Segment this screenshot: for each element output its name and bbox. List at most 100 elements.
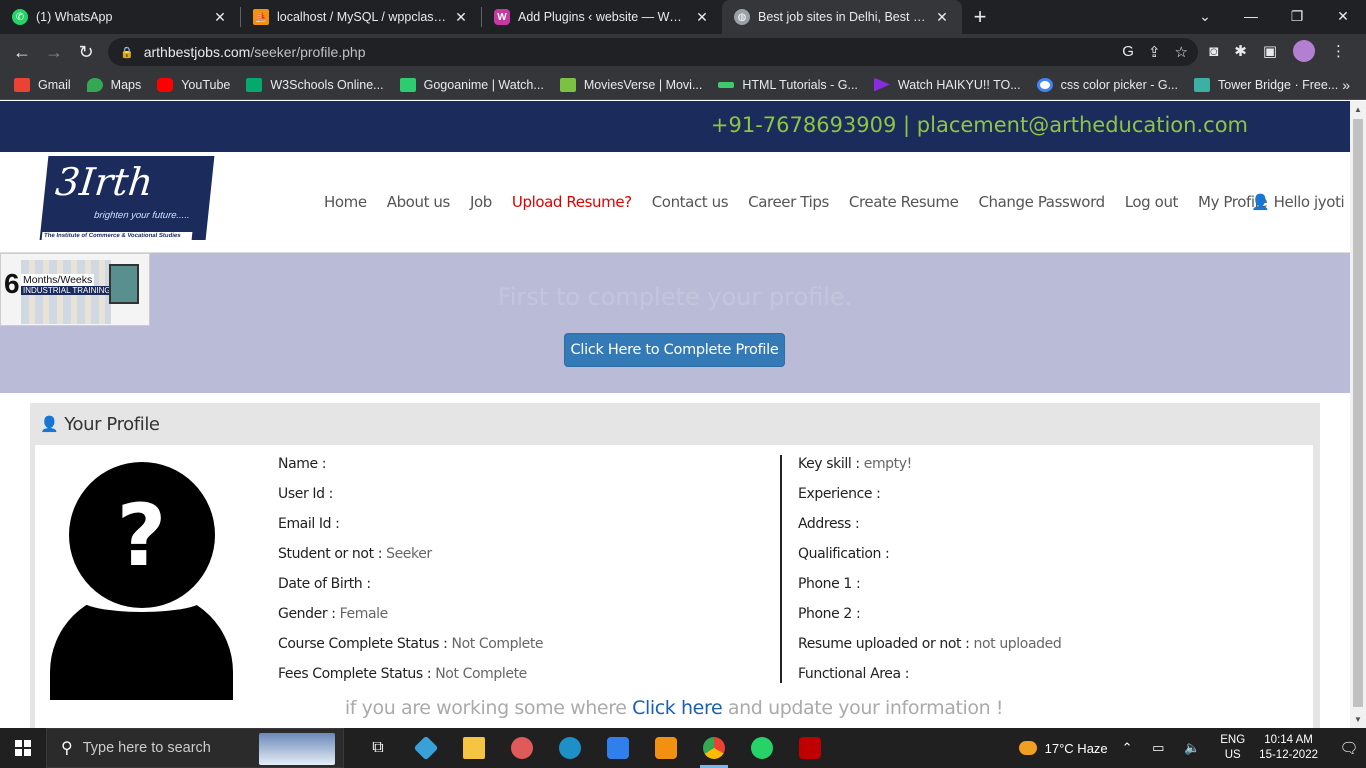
filezilla-icon[interactable] [786, 728, 834, 768]
clock[interactable]: 10:14 AM 15-12-2022 [1259, 733, 1318, 763]
nav-create-resume[interactable]: Create Resume [849, 193, 959, 211]
bookmark-gogoanime[interactable]: Gogoanime | Watch... [399, 77, 544, 92]
sublime-text-icon[interactable] [642, 728, 690, 768]
field-user-id: User Id : [278, 486, 333, 502]
windows-taskbar: ⚲ Type here to search ⧉ 17°C Haze ⌃ ▭ 🔈 … [0, 728, 1366, 768]
tray-icons[interactable]: ⌃ ▭ 🔈 [1122, 740, 1209, 756]
bookmark-tower-bridge[interactable]: Tower Bridge · Free... [1194, 77, 1338, 92]
page-viewport: +91-7678693909 | placement@artheducation… [0, 101, 1350, 728]
field-resume-uploaded: Resume uploaded or not : not uploaded [798, 636, 1062, 652]
task-view-icon[interactable]: ⧉ [354, 728, 402, 768]
field-email-id: Email Id : [278, 516, 340, 532]
notification-icon[interactable]: 🗨 [1332, 739, 1366, 757]
close-icon[interactable]: ✕ [934, 9, 950, 26]
field-functional-area: Functional Area : [798, 666, 910, 682]
bookmark-youtube[interactable]: YouTube [157, 77, 230, 92]
nav-career-tips[interactable]: Career Tips [748, 193, 829, 211]
scroll-down-icon[interactable]: ▼ [1354, 715, 1362, 724]
profile-heading: 👤 Your Profile [40, 413, 160, 435]
field-course-status: Course Complete Status : Not Complete [278, 636, 544, 652]
taskbar-search-box[interactable]: ⚲ Type here to search [46, 728, 344, 768]
tab-whatsapp[interactable]: ✆ (1) WhatsApp ✕ [0, 0, 240, 34]
field-date-of-birth: Date of Birth : [278, 576, 371, 592]
taskbar-apps: ⧉ [354, 728, 834, 768]
restore-button[interactable]: ❐ [1274, 0, 1320, 32]
phpmyadmin-icon: ⛵ [253, 9, 269, 25]
complete-profile-button[interactable]: Click Here to Complete Profile [564, 333, 785, 367]
logo-footer: The Institute of Commerce & Vocational S… [41, 232, 193, 240]
close-icon[interactable]: ✕ [212, 9, 228, 26]
field-student-or-not: Student or not : Seeker [278, 546, 432, 562]
nav-job[interactable]: Job [470, 193, 492, 211]
forward-arrow-icon[interactable]: → [38, 36, 70, 68]
back-arrow-icon[interactable]: ← [6, 36, 38, 68]
site-logo[interactable]: 3Irth brighten your future..... The Inst… [39, 156, 215, 240]
cube-app-icon[interactable] [402, 728, 450, 768]
tab-search-icon[interactable]: ⌄ [1182, 0, 1228, 32]
avatar-placeholder-image: ? [50, 460, 233, 700]
chrome-icon[interactable] [690, 728, 738, 768]
bookmark-star-icon[interactable]: ☆ [1175, 43, 1188, 61]
whatsapp-icon: ✆ [12, 9, 28, 25]
field-name: Name : [278, 456, 327, 472]
extension-area: ◙ ✱ ▣ ⋮ [1209, 40, 1346, 62]
browser-tab-strip: ✆ (1) WhatsApp ✕ ⛵ localhost / MySQL / w… [0, 0, 1366, 34]
nav-change-password[interactable]: Change Password [978, 193, 1105, 211]
bookmarks-overflow-icon[interactable]: » [1342, 77, 1350, 93]
google-lens-icon[interactable]: G [1122, 43, 1134, 61]
extensions-puzzle-icon[interactable]: ✱ [1234, 42, 1247, 60]
nav-about-us[interactable]: About us [387, 193, 451, 211]
whatsapp-app-icon[interactable] [738, 728, 786, 768]
new-tab-button[interactable]: + [962, 0, 998, 34]
snipping-tool-icon[interactable] [498, 728, 546, 768]
tab-arthbestjobs[interactable]: ◍ Best job sites in Delhi, Best job sit … [722, 0, 962, 34]
minimize-button[interactable]: — [1228, 0, 1274, 32]
gmail-icon [14, 77, 30, 92]
camera-icon[interactable]: ◙ [1209, 43, 1218, 60]
bookmark-haikyu[interactable]: Watch HAIKYU!! TO... [873, 77, 1021, 92]
contact-info[interactable]: +91-7678693909 | placement@artheducation… [711, 113, 1248, 137]
share-icon[interactable]: ⇪ [1148, 43, 1161, 61]
banner-message: First to complete your profile. [497, 283, 853, 311]
user-greeting[interactable]: 👤 Hello jyoti [1251, 193, 1345, 211]
bookmark-w3schools[interactable]: W3Schools Online... [246, 77, 384, 92]
nav-upload-resume[interactable]: Upload Resume? [512, 193, 632, 211]
user-icon: 👤 [40, 415, 59, 433]
address-bar[interactable]: 🔒 arthbestjobs.com /seeker/profile.php G… [108, 38, 1198, 66]
nav-log-out[interactable]: Log out [1125, 193, 1179, 211]
weather-widget[interactable]: 17°C Haze [1018, 741, 1108, 756]
column-divider [780, 455, 782, 683]
profile-panel: 👤 Your Profile ? Name : User Id : Email … [30, 403, 1320, 728]
field-phone-2: Phone 2 : [798, 606, 861, 622]
tab-title: Add Plugins ‹ website — WordPr [518, 10, 688, 24]
bookmark-css-color-picker[interactable]: css color picker - G... [1036, 77, 1178, 92]
bookmark-gmail[interactable]: Gmail [14, 77, 71, 92]
windows-start-button[interactable] [0, 728, 46, 768]
file-explorer-icon[interactable] [450, 728, 498, 768]
menu-dots-icon[interactable]: ⋮ [1331, 42, 1346, 60]
tab-phpmyadmin[interactable]: ⛵ localhost / MySQL / wppclass | ph ✕ [241, 0, 481, 34]
page-scrollbar[interactable]: ▲ ▼ [1350, 101, 1366, 728]
tab-wordpress[interactable]: W Add Plugins ‹ website — WordPr ✕ [482, 0, 722, 34]
profile-avatar[interactable] [1293, 40, 1315, 62]
nav-home[interactable]: Home [324, 193, 367, 211]
side-panel-icon[interactable]: ▣ [1263, 42, 1277, 60]
field-key-skill: Key skill : empty! [798, 456, 912, 472]
wordpress-icon: W [494, 9, 510, 25]
tab-title: (1) WhatsApp [36, 10, 113, 24]
nav-contact-us[interactable]: Contact us [652, 193, 729, 211]
bookmark-html-tutorials[interactable]: HTML Tutorials - G... [718, 78, 858, 92]
scrollbar-thumb[interactable] [1353, 119, 1363, 707]
bookmark-moviesverse[interactable]: MoviesVerse | Movi... [559, 77, 702, 92]
window-close-button[interactable]: ✕ [1320, 0, 1366, 32]
moviesverse-icon [559, 77, 576, 92]
scroll-up-icon[interactable]: ▲ [1354, 105, 1362, 114]
update-info-link[interactable]: Click here [632, 697, 723, 719]
vscode-icon[interactable] [594, 728, 642, 768]
language-indicator[interactable]: ENG US [1220, 733, 1245, 763]
close-icon[interactable]: ✕ [694, 9, 710, 26]
close-icon[interactable]: ✕ [453, 9, 469, 26]
bookmark-maps[interactable]: Maps [86, 77, 141, 92]
reload-icon[interactable]: ↻ [70, 36, 102, 68]
edge-browser-icon[interactable] [546, 728, 594, 768]
